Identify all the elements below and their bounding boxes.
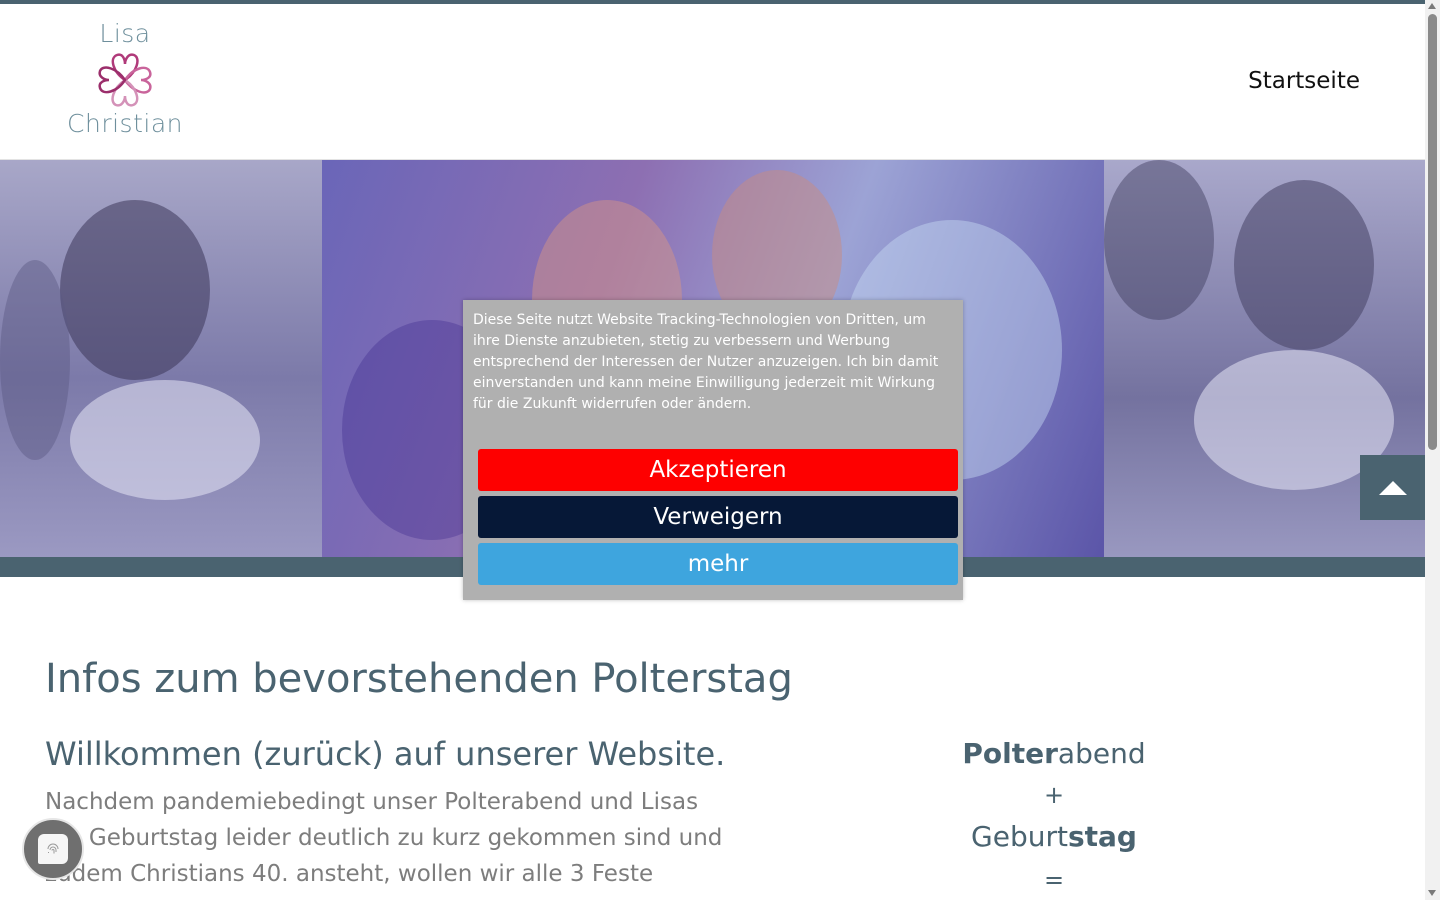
formula-line-geburtstag: Geburtstag [944, 815, 1164, 859]
formula-equals: = [1043, 866, 1065, 894]
site-logo[interactable]: Lisa Christian [64, 20, 186, 146]
page-title: Infos zum bevorstehenden Polterstag [45, 656, 793, 702]
formula-bold-stag: stag [1067, 820, 1137, 853]
scrollbar-thumb[interactable] [1428, 14, 1437, 450]
logo-name-bottom: Christian [67, 109, 183, 138]
intro-paragraph: Nachdem pandemiebedingt unser Polteraben… [45, 789, 723, 887]
formula-bold-polter: Polter [962, 737, 1058, 770]
privacy-settings-button[interactable] [22, 818, 84, 880]
formula-line-polterabend: Polterabend [944, 733, 1164, 775]
scroll-to-top-button[interactable] [1360, 455, 1425, 520]
scroll-up-arrow-icon[interactable] [1428, 3, 1436, 9]
accept-cookies-button[interactable]: Akzeptieren [478, 449, 958, 491]
logo-name-top: Lisa [99, 19, 151, 48]
nav-startseite[interactable]: Startseite [1248, 68, 1360, 94]
site-header: Lisa Christian Startseite [0, 4, 1425, 160]
hero-photo-woman-drink [0, 160, 322, 557]
decline-cookies-button[interactable]: Verweigern [478, 496, 958, 538]
clover-heart-icon [98, 53, 152, 107]
fingerprint-icon [38, 834, 68, 864]
triangle-up-icon [1378, 480, 1407, 495]
formula-start-geburt: Geburt [971, 820, 1068, 853]
cookie-consent-text: Diese Seite nutzt Website Tracking-Techn… [473, 312, 939, 412]
cookie-consent-dialog: Diese Seite nutzt Website Tracking-Techn… [463, 300, 963, 600]
formula-plus: + [1043, 781, 1065, 809]
party-formula: Polterabend + Geburtstag = [944, 733, 1164, 900]
more-info-button[interactable]: mehr [478, 543, 958, 585]
welcome-heading: Willkommen (zurück) auf unserer Website. [45, 735, 726, 773]
formula-rest-abend: abend [1057, 737, 1146, 770]
scroll-down-arrow-icon[interactable] [1428, 890, 1436, 896]
page-scrollbar[interactable] [1425, 0, 1440, 900]
